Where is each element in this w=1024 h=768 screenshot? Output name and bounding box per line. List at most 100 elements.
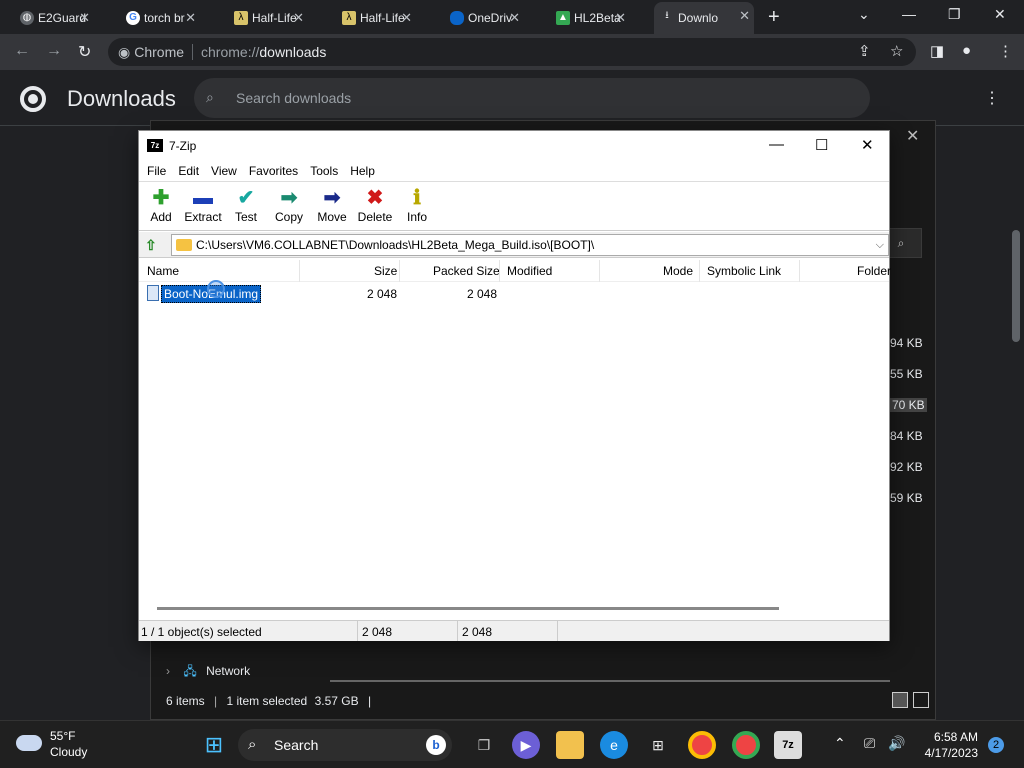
notification-badge[interactable]: 2: [988, 737, 1004, 753]
column-divider[interactable]: [299, 260, 300, 282]
reload-button[interactable]: ↻: [78, 42, 91, 62]
explorer-scrollbar[interactable]: [330, 680, 890, 682]
tab-half-life-1[interactable]: λ Half-Life ✕: [228, 4, 308, 32]
downloads-menu-icon[interactable]: ⋮: [984, 88, 1000, 108]
chrome-icon[interactable]: [688, 731, 716, 759]
7zip-titlebar: 7z 7-Zip — ☐ ✕: [139, 131, 889, 161]
close-icon[interactable]: ✕: [509, 10, 520, 26]
close-window-button[interactable]: ✕: [994, 6, 1006, 23]
menu-file[interactable]: File: [147, 161, 166, 181]
new-tab-button[interactable]: +: [768, 6, 780, 29]
column-size[interactable]: Size: [374, 264, 397, 278]
forward-button[interactable]: →: [46, 42, 62, 60]
file-size: 92 KB: [890, 460, 923, 474]
minimize-button[interactable]: —: [902, 6, 916, 22]
profile-icon[interactable]: ●: [962, 42, 971, 59]
copy-button[interactable]: ➡ Copy: [267, 186, 311, 224]
menu-tools[interactable]: Tools: [310, 161, 338, 181]
start-button[interactable]: ⊞: [200, 731, 228, 759]
tab-onedrive[interactable]: OneDriv ✕: [444, 4, 524, 32]
search-downloads-input[interactable]: ⌕ Search downloads: [194, 78, 870, 118]
menu-help[interactable]: Help: [350, 161, 375, 181]
task-view-icon[interactable]: ❐: [470, 731, 498, 759]
taskbar-search[interactable]: ⌕ Search b: [238, 729, 452, 761]
status-size: 3.57 GB: [314, 694, 359, 708]
store-icon[interactable]: ⊞: [644, 731, 672, 759]
column-packed-size[interactable]: Packed Size: [433, 264, 500, 278]
downloads-header: Downloads ⌕ Search downloads: [0, 70, 1024, 126]
chrome-profile-icon[interactable]: [732, 731, 760, 759]
move-button[interactable]: ➡ Move: [310, 186, 354, 224]
copy-arrow-icon: ➡: [280, 187, 298, 209]
drive-icon: ▲: [556, 11, 570, 25]
column-symbolic-link[interactable]: Symbolic Link: [707, 264, 781, 278]
lambda-icon: λ: [342, 11, 356, 25]
chevron-down-icon[interactable]: ⌵: [876, 235, 884, 255]
tab-torch[interactable]: G torch br ✕: [120, 4, 200, 32]
tab-search-icon[interactable]: ⌄: [858, 6, 870, 23]
tab-downloads[interactable]: ⭳ Downlo ✕: [654, 2, 754, 34]
file-size: 84 KB: [890, 429, 923, 443]
share-icon[interactable]: ⇪: [858, 42, 871, 60]
table-row[interactable]: Boot-NoEmul.img 2 048 2 048: [139, 283, 889, 303]
test-button[interactable]: ✔ Test: [224, 186, 268, 224]
horizontal-scrollbar[interactable]: [157, 607, 779, 610]
bookmark-star-icon[interactable]: ☆: [890, 42, 903, 60]
close-icon[interactable]: ✕: [401, 10, 412, 26]
clock[interactable]: 6:58 AM 4/17/2023: [920, 729, 978, 761]
network-tray-icon[interactable]: ⎚: [864, 735, 875, 752]
details-view-icon[interactable]: [892, 692, 908, 708]
side-panel-icon[interactable]: ◨: [930, 42, 944, 60]
menu-view[interactable]: View: [211, 161, 237, 181]
tab-hl2beta[interactable]: ▲ HL2Beta ✕: [550, 4, 630, 32]
menu-edit[interactable]: Edit: [178, 161, 199, 181]
edge-icon[interactable]: e: [600, 731, 628, 759]
column-divider[interactable]: [599, 260, 600, 282]
column-divider[interactable]: [399, 260, 400, 282]
nav-item-network[interactable]: › 🖧 Network: [166, 662, 250, 683]
explorer-close-icon[interactable]: ✕: [906, 126, 919, 146]
column-divider[interactable]: [699, 260, 700, 282]
checkmark-icon: ✔: [237, 187, 255, 209]
column-folder[interactable]: Folder: [857, 264, 891, 278]
volume-icon[interactable]: 🔊: [888, 735, 905, 752]
add-button[interactable]: ✚ Add: [139, 186, 183, 224]
chrome-logo-icon: [20, 86, 46, 112]
restore-button[interactable]: ❐: [948, 6, 961, 23]
column-divider[interactable]: [499, 260, 500, 282]
up-folder-icon[interactable]: ⇧: [145, 237, 157, 254]
path-field[interactable]: C:\Users\VM6.COLLABNET\Downloads\HL2Beta…: [171, 234, 889, 256]
close-icon[interactable]: ✕: [615, 10, 626, 26]
extract-button[interactable]: ▬ Extract: [181, 186, 225, 224]
info-button[interactable]: ℹ Info: [395, 186, 439, 224]
status-divider: [357, 621, 358, 641]
file-icon: [147, 285, 159, 301]
close-icon[interactable]: ✕: [293, 10, 304, 26]
teams-chat-icon[interactable]: ▶: [512, 731, 540, 759]
chevron-up-icon[interactable]: ⌃: [834, 735, 846, 752]
back-button[interactable]: ←: [14, 42, 30, 60]
column-mode[interactable]: Mode: [663, 264, 693, 278]
menu-favorites[interactable]: Favorites: [249, 161, 298, 181]
file-explorer-icon[interactable]: [556, 731, 584, 759]
maximize-button[interactable]: ☐: [815, 136, 828, 154]
tiles-view-icon[interactable]: [913, 692, 929, 708]
info-icon: ℹ: [413, 187, 421, 209]
close-button[interactable]: ✕: [861, 136, 874, 154]
menu-icon[interactable]: ⋮: [998, 42, 1013, 60]
close-icon[interactable]: ✕: [739, 8, 750, 24]
close-icon[interactable]: ✕: [185, 10, 196, 26]
minimize-button[interactable]: —: [769, 136, 784, 153]
column-name[interactable]: Name: [147, 264, 179, 278]
tab-e2guard[interactable]: ◍ E2Guard ✕: [14, 4, 94, 32]
page-scrollbar[interactable]: [1012, 230, 1020, 342]
status-items: 6 items: [166, 694, 205, 708]
close-icon[interactable]: ✕: [79, 10, 90, 26]
delete-button[interactable]: ✖ Delete: [353, 186, 397, 224]
tab-half-life-2[interactable]: λ Half-Life ✕: [336, 4, 416, 32]
address-bar[interactable]: ◉ Chrome chrome:// downloads: [108, 38, 916, 66]
browser-toolbar: ← → ↻ ◉ Chrome chrome:// downloads ⇪ ☆ ◨…: [0, 34, 1024, 70]
column-divider[interactable]: [799, 260, 800, 282]
column-modified[interactable]: Modified: [507, 264, 552, 278]
7zip-taskbar-icon[interactable]: 7z: [774, 731, 802, 759]
